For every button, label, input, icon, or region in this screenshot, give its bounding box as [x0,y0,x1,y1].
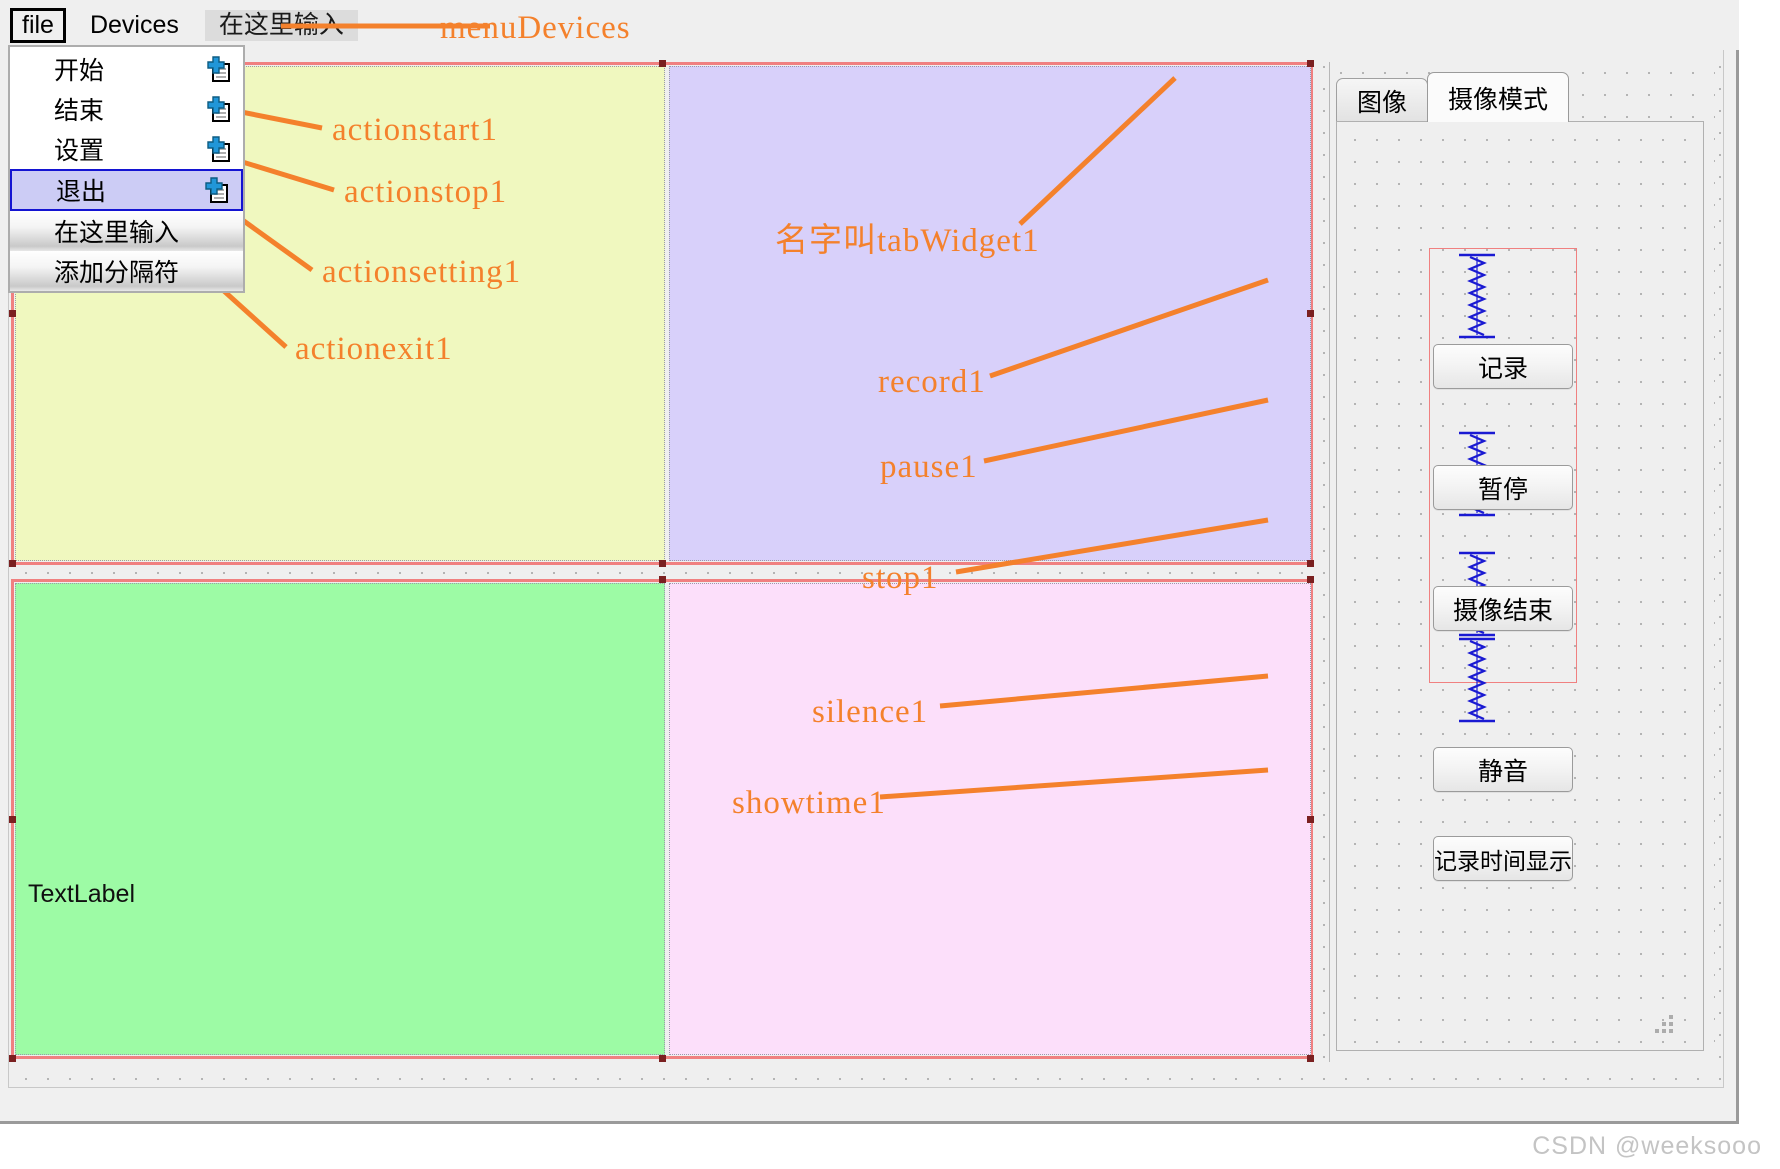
add-action-icon [205,56,231,82]
resize-handle[interactable] [1307,310,1314,317]
menu-file[interactable]: file [10,7,66,43]
vertical-spacer-icon [1455,252,1499,340]
green-pane[interactable] [15,583,665,1055]
button-label: 记录 [1477,354,1528,383]
annotation-label: pause1 [880,449,978,485]
resize-grip-icon[interactable] [1653,1013,1675,1035]
add-action-icon [205,136,231,162]
menu-item-stop[interactable]: 结束 [10,89,243,129]
add-action-icon [205,96,231,122]
menu-type-here-placeholder[interactable]: 在这里输入 [204,9,358,41]
menu-item-exit[interactable]: 退出 [10,169,243,211]
annotation-label: actionsetting1 [322,254,522,290]
tab-page-camera-mode: 记录 暂停 摄像结束 静音 记录时间显示 [1336,121,1704,1051]
text-label: TextLabel [28,880,136,908]
button-label: 摄像结束 [1452,596,1553,625]
record-button[interactable]: 记录 [1433,344,1573,389]
right-dock-panel: 图像 摄像模式 记录 暂停 摄像结束 静音 记录时间显示 [1329,62,1715,1062]
button-label: 静音 [1477,757,1528,786]
tab-camera-mode[interactable]: 摄像模式 [1427,72,1570,122]
show-time-button[interactable]: 记录时间显示 [1433,836,1573,881]
annotation-label: showtime1 [732,785,886,821]
menu-bar: file Devices 在这里输入 [0,0,1739,50]
vertical-spacer-icon [1455,636,1499,724]
watermark: CSDN @weeksooo [1532,1132,1762,1160]
menu-item-label: 退出 [56,178,107,206]
add-action-icon [203,177,229,203]
menu-item-label: 在这里输入 [54,219,180,247]
annotation-label: actionexit1 [295,331,453,367]
resize-handle[interactable] [9,816,16,823]
resize-handle[interactable] [1307,60,1314,67]
annotation-label: silence1 [812,694,929,730]
resize-handle[interactable] [9,1055,16,1062]
resize-handle[interactable] [1307,816,1314,823]
annotation-label: actionstart1 [332,112,498,148]
annotation-label: stop1 [862,560,939,596]
resize-handle[interactable] [659,60,666,67]
menu-item-label: 结束 [54,97,105,125]
resize-handle[interactable] [9,310,16,317]
menu-devices[interactable]: Devices [76,10,193,41]
annotation-label: 名字叫tabWidget1 [775,223,1040,259]
annotation-label: menuDevices [440,10,631,46]
tab-image[interactable]: 图像 [1336,78,1429,122]
stop-capture-button[interactable]: 摄像结束 [1433,586,1573,631]
menu-item-label: 设置 [54,137,105,165]
button-label: 暂停 [1477,475,1528,504]
menu-item-setting[interactable]: 设置 [10,129,243,169]
resize-handle[interactable] [1307,576,1314,583]
tab-widget-bar: 图像 摄像模式 [1336,72,1570,122]
menu-item-label: 开始 [54,57,105,85]
resize-handle[interactable] [1307,1055,1314,1062]
button-label: 记录时间显示 [1434,847,1572,874]
resize-handle[interactable] [1307,560,1314,567]
purple-pane[interactable] [669,66,1311,561]
annotation-label: record1 [878,364,986,400]
menu-item-start[interactable]: 开始 [10,49,243,89]
resize-handle[interactable] [659,1055,666,1062]
annotation-label: actionstop1 [344,174,508,210]
resize-handle[interactable] [9,560,16,567]
resize-handle[interactable] [659,576,666,583]
pause-button[interactable]: 暂停 [1433,465,1573,510]
menu-item-label: 添加分隔符 [54,259,180,287]
menu-item-type-here[interactable]: 在这里输入 [10,211,243,251]
file-menu-dropdown: 开始 结束 设置 退出 在这里输入 添加分隔符 [8,45,245,293]
resize-handle[interactable] [659,560,666,567]
tab-label: 摄像模式 [1448,85,1549,114]
tab-label: 图像 [1357,88,1408,117]
menu-item-add-separator[interactable]: 添加分隔符 [10,251,243,291]
mute-button[interactable]: 静音 [1433,747,1573,792]
